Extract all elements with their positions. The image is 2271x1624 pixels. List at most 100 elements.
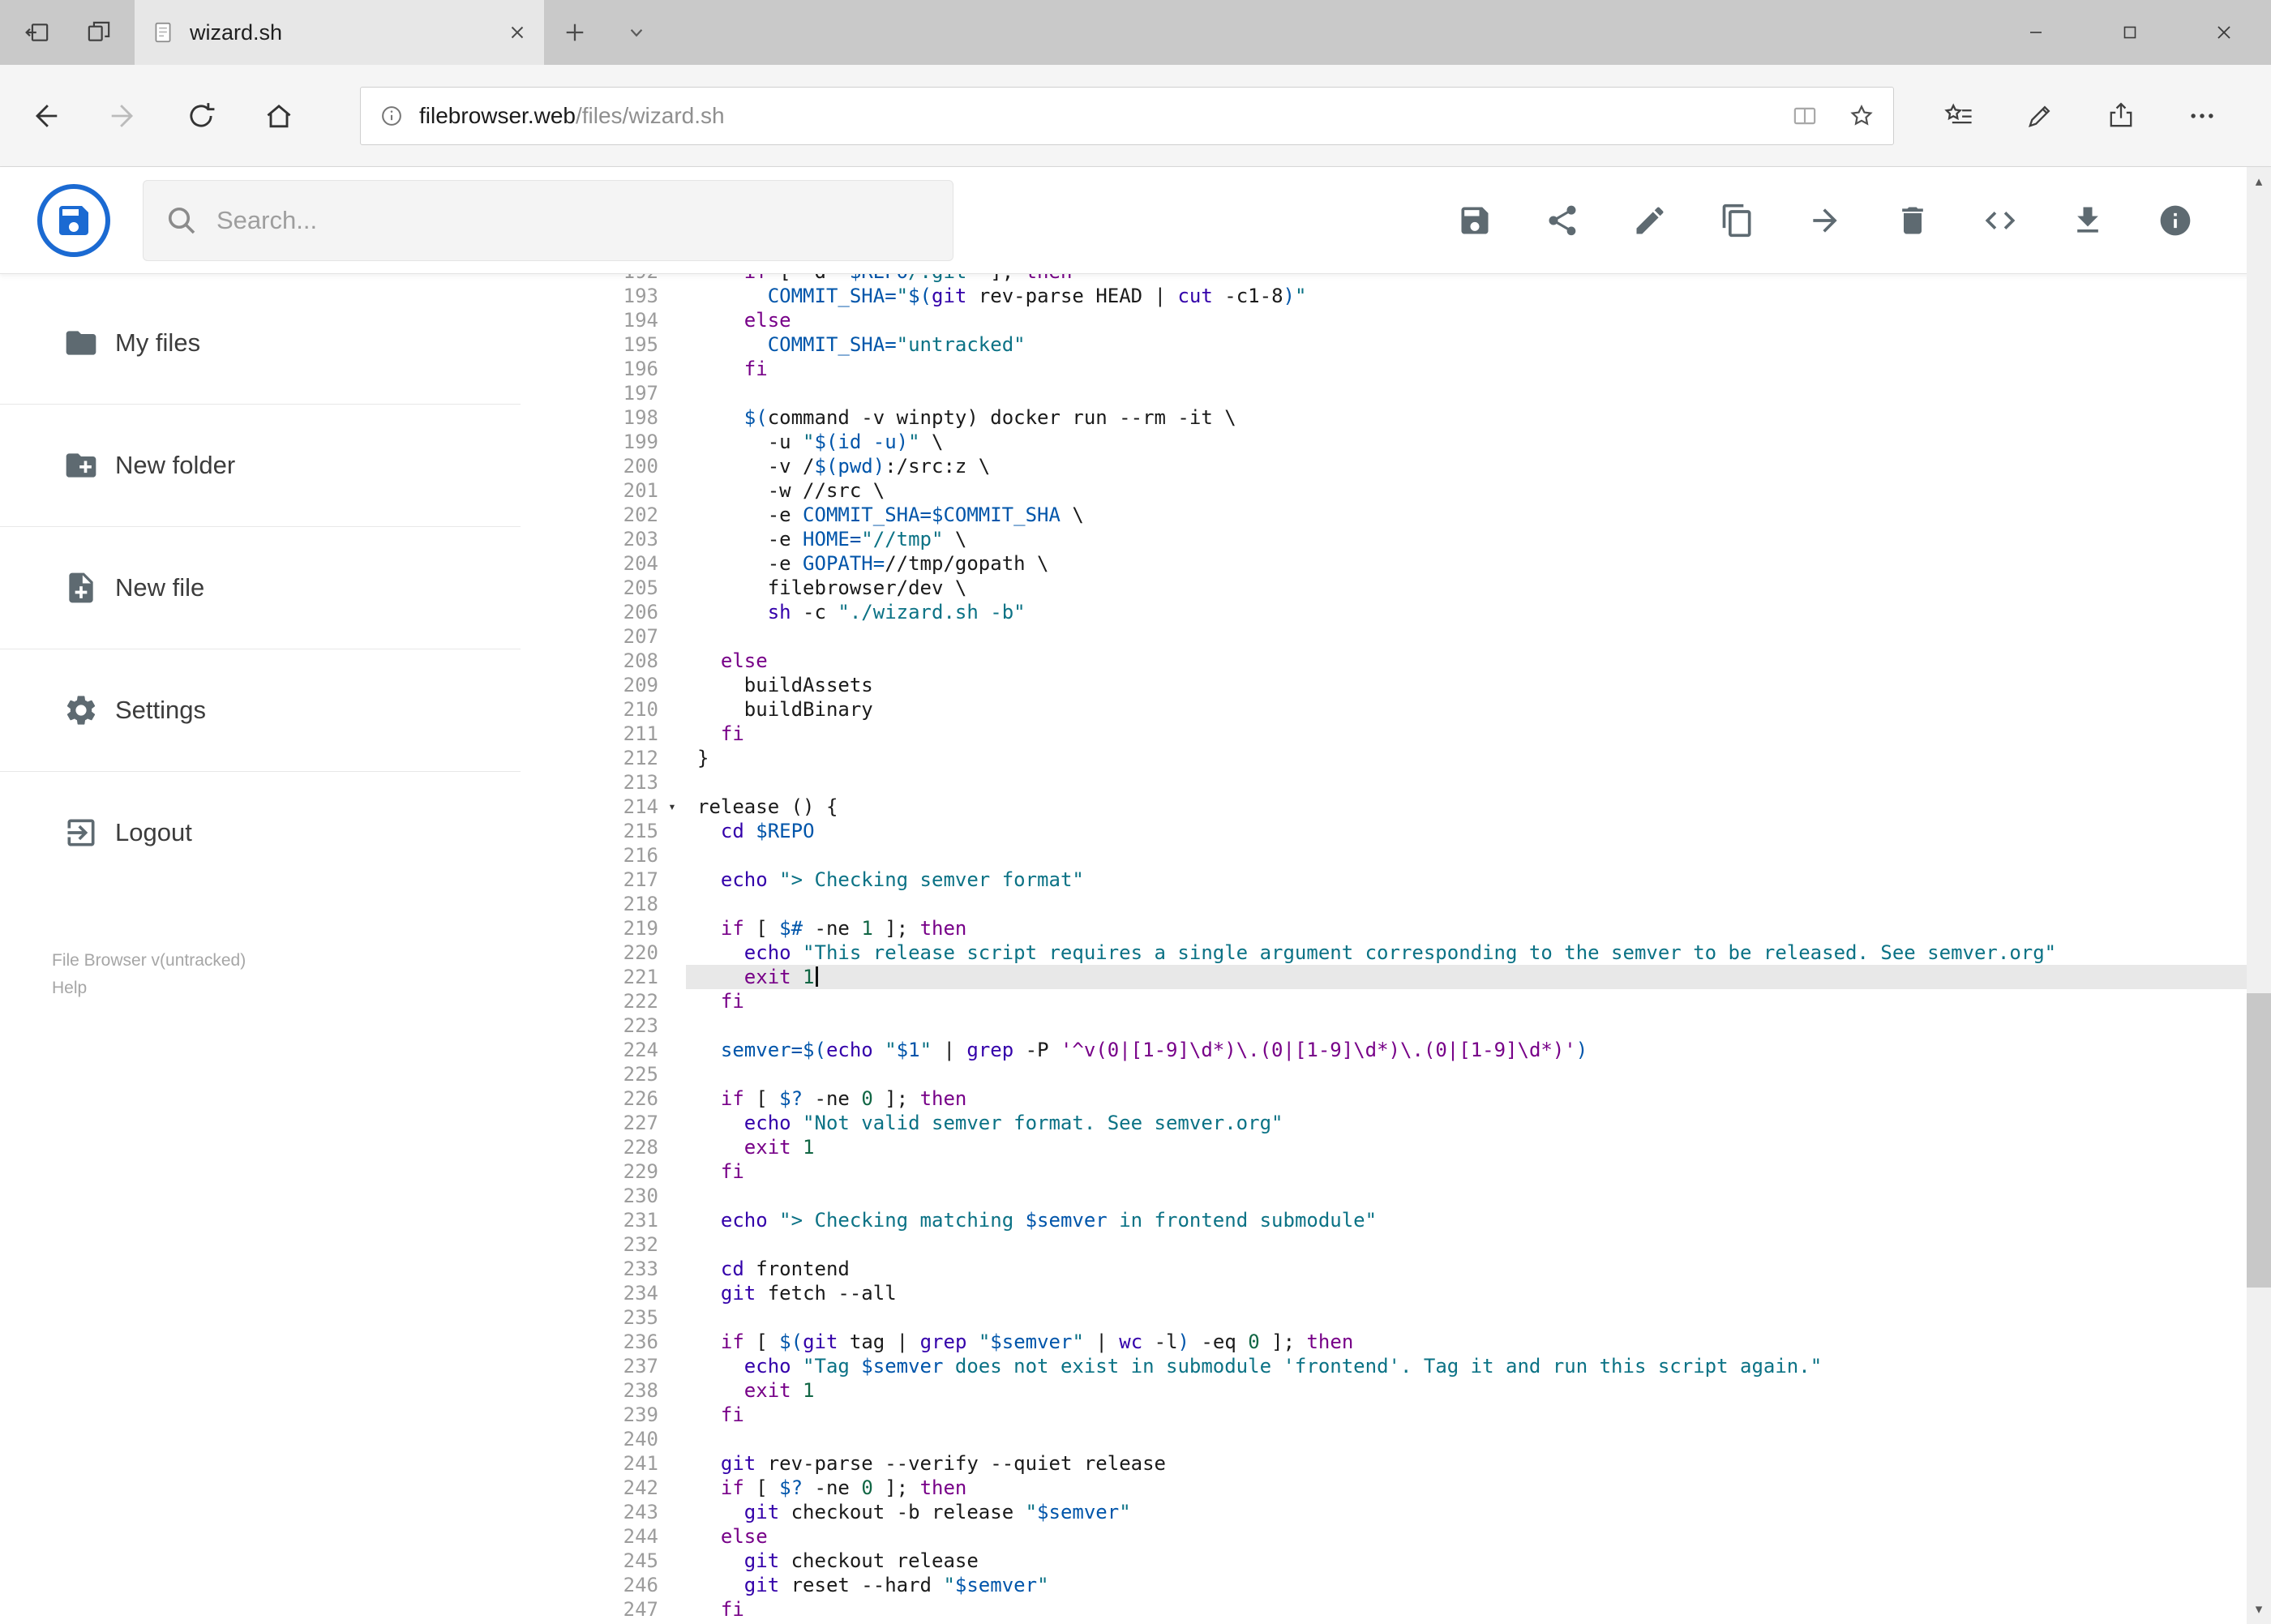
code-line-205[interactable]: 205 filebrowser/dev \	[585, 576, 2271, 600]
code-text[interactable]: echo "> Checking matching $semver in fro…	[686, 1208, 2271, 1232]
move-button[interactable]	[1807, 203, 1843, 238]
code-text[interactable]	[686, 381, 2271, 405]
page-scrollbar[interactable]: ▴ ▾	[2247, 167, 2271, 1624]
code-line-194[interactable]: 194 else	[585, 308, 2271, 332]
code-text[interactable]: fi	[686, 989, 2271, 1013]
help-link[interactable]: Help	[52, 975, 585, 1002]
code-line-241[interactable]: 241 git rev-parse --verify --quiet relea…	[585, 1451, 2271, 1476]
back-button[interactable]	[6, 65, 84, 166]
code-editor[interactable]: 192 if [ -d "$REPO/.git" ]; then193 COMM…	[585, 259, 2271, 1624]
code-text[interactable]: -e COMMIT_SHA=$COMMIT_SHA \	[686, 503, 2271, 527]
minimize-button[interactable]	[1989, 0, 2083, 65]
maximize-button[interactable]	[2083, 0, 2177, 65]
code-line-231[interactable]: 231 echo "> Checking matching $semver in…	[585, 1208, 2271, 1232]
code-text[interactable]: echo "Not valid semver format. See semve…	[686, 1111, 2271, 1135]
code-text[interactable]: cd $REPO	[686, 819, 2271, 843]
code-text[interactable]: exit 1	[686, 1378, 2271, 1403]
favorite-star-icon[interactable]	[1848, 102, 1875, 130]
code-line-197[interactable]: 197	[585, 381, 2271, 405]
code-line-237[interactable]: 237 echo "Tag $semver does not exist in …	[585, 1354, 2271, 1378]
sidebar-item-settings[interactable]: Settings	[0, 649, 585, 771]
code-text[interactable]: git rev-parse --verify --quiet release	[686, 1451, 2271, 1476]
filebrowser-logo[interactable]	[37, 183, 110, 257]
site-info-icon[interactable]	[379, 103, 405, 129]
code-text[interactable]: else	[686, 1524, 2271, 1549]
code-text[interactable]: -v /$(pwd):/src:z \	[686, 454, 2271, 478]
code-text[interactable]: git reset --hard "$semver"	[686, 1573, 2271, 1597]
code-line-210[interactable]: 210 buildBinary	[585, 697, 2271, 722]
code-text[interactable]: cd frontend	[686, 1257, 2271, 1281]
tab-close-button[interactable]	[507, 22, 528, 43]
hub-favorites-button[interactable]	[1918, 101, 1999, 131]
scrollbar-track[interactable]	[2247, 196, 2271, 1595]
code-line-199[interactable]: 199 -u "$(id -u)" \	[585, 430, 2271, 454]
code-text[interactable]: -u "$(id -u)" \	[686, 430, 2271, 454]
code-line-224[interactable]: 224 semver=$(echo "$1" | grep -P '^v(0|[…	[585, 1038, 2271, 1062]
code-text[interactable]: git checkout -b release "$semver"	[686, 1500, 2271, 1524]
code-line-195[interactable]: 195 COMMIT_SHA="untracked"	[585, 332, 2271, 357]
code-text[interactable]: echo "> Checking semver format"	[686, 868, 2271, 892]
more-button[interactable]	[2162, 101, 2243, 131]
scroll-up-button[interactable]: ▴	[2247, 167, 2271, 196]
share-file-button[interactable]	[1545, 203, 1580, 238]
code-text[interactable]: semver=$(echo "$1" | grep -P '^v(0|[1-9]…	[686, 1038, 2271, 1062]
code-line-215[interactable]: 215 cd $REPO	[585, 819, 2271, 843]
code-line-240[interactable]: 240	[585, 1427, 2271, 1451]
reading-view-icon[interactable]	[1791, 102, 1819, 130]
code-text[interactable]: buildAssets	[686, 673, 2271, 697]
code-line-247[interactable]: 247 fi	[585, 1597, 2271, 1622]
code-line-222[interactable]: 222 fi	[585, 989, 2271, 1013]
code-line-203[interactable]: 203 -e HOME="//tmp" \	[585, 527, 2271, 551]
code-line-232[interactable]: 232	[585, 1232, 2271, 1257]
code-text[interactable]: COMMIT_SHA="$(git rev-parse HEAD | cut -…	[686, 284, 2271, 308]
code-line-243[interactable]: 243 git checkout -b release "$semver"	[585, 1500, 2271, 1524]
code-line-234[interactable]: 234 git fetch --all	[585, 1281, 2271, 1305]
code-line-209[interactable]: 209 buildAssets	[585, 673, 2271, 697]
code-text[interactable]: filebrowser/dev \	[686, 576, 2271, 600]
scrollbar-thumb[interactable]	[2247, 993, 2271, 1288]
code-line-193[interactable]: 193 COMMIT_SHA="$(git rev-parse HEAD | c…	[585, 284, 2271, 308]
code-line-198[interactable]: 198 $(command -v winpty) docker run --rm…	[585, 405, 2271, 430]
set-tabs-aside-button[interactable]	[6, 0, 68, 65]
code-line-227[interactable]: 227 echo "Not valid semver format. See s…	[585, 1111, 2271, 1135]
code-text[interactable]: git checkout release	[686, 1549, 2271, 1573]
share-button[interactable]	[2080, 101, 2162, 131]
code-text[interactable]: fi	[686, 357, 2271, 381]
code-text[interactable]	[686, 1232, 2271, 1257]
search-input[interactable]	[216, 205, 932, 235]
info-button[interactable]	[2157, 203, 2193, 238]
delete-button[interactable]	[1895, 203, 1930, 238]
code-line-212[interactable]: 212}	[585, 746, 2271, 770]
copy-button[interactable]	[1720, 203, 1755, 238]
code-line-245[interactable]: 245 git checkout release	[585, 1549, 2271, 1573]
code-line-213[interactable]: 213	[585, 770, 2271, 795]
code-text[interactable]: git fetch --all	[686, 1281, 2271, 1305]
code-text[interactable]: if [ $# -ne 1 ]; then	[686, 916, 2271, 941]
code-line-206[interactable]: 206 sh -c "./wizard.sh -b"	[585, 600, 2271, 624]
code-line-204[interactable]: 204 -e GOPATH=//tmp/gopath \	[585, 551, 2271, 576]
web-note-button[interactable]	[1999, 101, 2080, 131]
code-line-219[interactable]: 219 if [ $# -ne 1 ]; then	[585, 916, 2271, 941]
forward-button[interactable]	[84, 65, 162, 166]
code-text[interactable]: exit 1	[686, 1135, 2271, 1159]
code-line-242[interactable]: 242 if [ $? -ne 0 ]; then	[585, 1476, 2271, 1500]
code-line-220[interactable]: 220 echo "This release script requires a…	[585, 941, 2271, 965]
code-text[interactable]: fi	[686, 1403, 2271, 1427]
code-text[interactable]	[686, 770, 2271, 795]
code-text[interactable]: -e HOME="//tmp" \	[686, 527, 2271, 551]
code-text[interactable]	[686, 1013, 2271, 1038]
search-box[interactable]	[143, 179, 953, 261]
code-line-238[interactable]: 238 exit 1	[585, 1378, 2271, 1403]
sidebar-item-new-file[interactable]: New file	[0, 527, 585, 649]
code-text[interactable]	[686, 1427, 2271, 1451]
code-text[interactable]: -e GOPATH=//tmp/gopath \	[686, 551, 2271, 576]
close-button[interactable]	[2177, 0, 2271, 65]
code-line-236[interactable]: 236 if [ $(git tag | grep "$semver" | wc…	[585, 1330, 2271, 1354]
code-text[interactable]	[686, 1305, 2271, 1330]
code-line-201[interactable]: 201 -w //src \	[585, 478, 2271, 503]
code-line-216[interactable]: 216	[585, 843, 2271, 868]
code-line-244[interactable]: 244 else	[585, 1524, 2271, 1549]
code-line-233[interactable]: 233 cd frontend	[585, 1257, 2271, 1281]
code-line-229[interactable]: 229 fi	[585, 1159, 2271, 1184]
tab-list-button[interactable]	[606, 0, 667, 65]
